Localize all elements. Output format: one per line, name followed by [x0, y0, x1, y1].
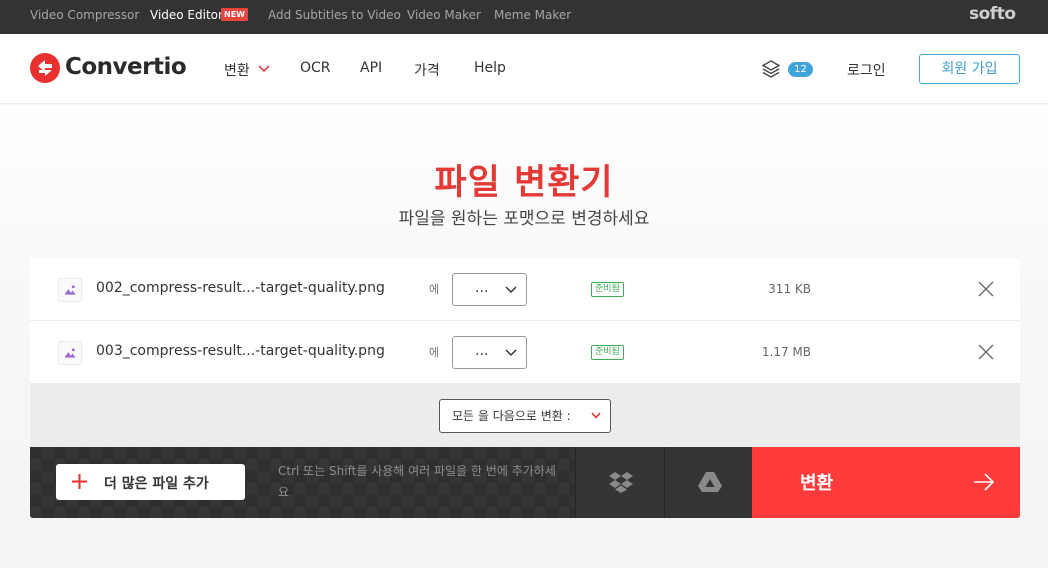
logo-text[interactable]: Convertio [65, 54, 187, 80]
google-drive-icon [698, 472, 722, 492]
convertio-logo-icon[interactable] [29, 52, 61, 84]
to-label: 에 [429, 346, 440, 359]
close-icon[interactable] [978, 281, 994, 297]
file-panel: 002_compress-result...-target-quality.pn… [30, 258, 1020, 518]
status-badge: 준비됨 [591, 282, 624, 297]
login-link[interactable]: 로그인 [847, 60, 886, 80]
convert-all-bar: 모든 을 다음으로 변환 : [30, 383, 1020, 447]
multi-select-hint: Ctrl 또는 Shift를 사용해 여러 파일을 한 번에 추가하세요 [278, 464, 556, 499]
nav-api[interactable]: API [360, 60, 382, 76]
topbar-link-video-compressor[interactable]: Video Compressor [30, 0, 139, 34]
chevron-down-icon [505, 349, 517, 357]
page-title: 파일 변환기 [434, 163, 614, 203]
arrow-right-icon [974, 473, 995, 491]
google-drive-button[interactable] [664, 447, 753, 518]
new-badge: NEW [221, 8, 248, 21]
dropbox-button[interactable] [575, 447, 664, 518]
topbar-link-meme-maker[interactable]: Meme Maker [494, 0, 571, 34]
convert-all-select[interactable]: 모든 을 다음으로 변환 : [439, 399, 611, 433]
plus-icon [72, 474, 87, 489]
nav-help[interactable]: Help [474, 60, 506, 76]
to-label: 에 [429, 283, 440, 296]
format-value: ... [475, 343, 489, 359]
site-header: Convertio 변환 OCR API 가격 Help 12 로그인 회원 가… [0, 34, 1048, 104]
file-row: 002_compress-result...-target-quality.pn… [30, 258, 1020, 321]
image-file-icon [58, 278, 82, 302]
file-name: 002_compress-result...-target-quality.pn… [96, 280, 385, 296]
file-size: 1.17 MB [761, 345, 811, 359]
add-more-files-label: 더 많은 파일 추가 [104, 476, 209, 492]
topbar-link-video-maker[interactable]: Video Maker [407, 0, 481, 34]
convert-label: 변환 [800, 473, 834, 493]
topbar-link-video-editor[interactable]: Video Editor [150, 0, 223, 34]
chevron-down-icon [505, 286, 517, 294]
page-subtitle: 파일을 원하는 포맷으로 변경하세요 [398, 209, 650, 229]
nav-ocr[interactable]: OCR [300, 60, 331, 76]
queue-count-badge[interactable]: 12 [788, 62, 813, 77]
signup-button[interactable]: 회원 가입 [919, 54, 1020, 84]
add-more-files-button[interactable]: 더 많은 파일 추가 [56, 464, 245, 500]
dropbox-icon [609, 472, 633, 493]
format-value: ... [475, 280, 489, 296]
file-row: 003_compress-result...-target-quality.pn… [30, 321, 1020, 383]
nav-pricing[interactable]: 가격 [414, 60, 440, 80]
image-file-icon [58, 341, 82, 365]
convert-button[interactable]: 변환 [752, 447, 1020, 518]
format-select[interactable]: ... [452, 336, 527, 369]
chevron-down-icon[interactable] [258, 64, 270, 74]
layers-icon[interactable] [761, 59, 781, 79]
action-bar: 더 많은 파일 추가 Ctrl 또는 Shift를 사용해 여러 파일을 한 번… [30, 447, 1020, 518]
file-size: 311 KB [768, 282, 811, 296]
topbar-link-add-subtitles[interactable]: Add Subtitles to Video [268, 0, 401, 34]
format-select[interactable]: ... [452, 273, 527, 306]
convert-all-label: 모든 을 다음으로 변환 : [452, 409, 571, 423]
nav-convert[interactable]: 변환 [224, 60, 250, 80]
chevron-down-icon [591, 412, 601, 419]
file-name: 003_compress-result...-target-quality.pn… [96, 343, 385, 359]
status-badge: 준비됨 [591, 345, 624, 360]
top-promo-bar: Video Compressor Video Editor NEW Add Su… [0, 0, 1048, 34]
softo-logo[interactable]: softo [969, 4, 1016, 24]
close-icon[interactable] [978, 344, 994, 360]
